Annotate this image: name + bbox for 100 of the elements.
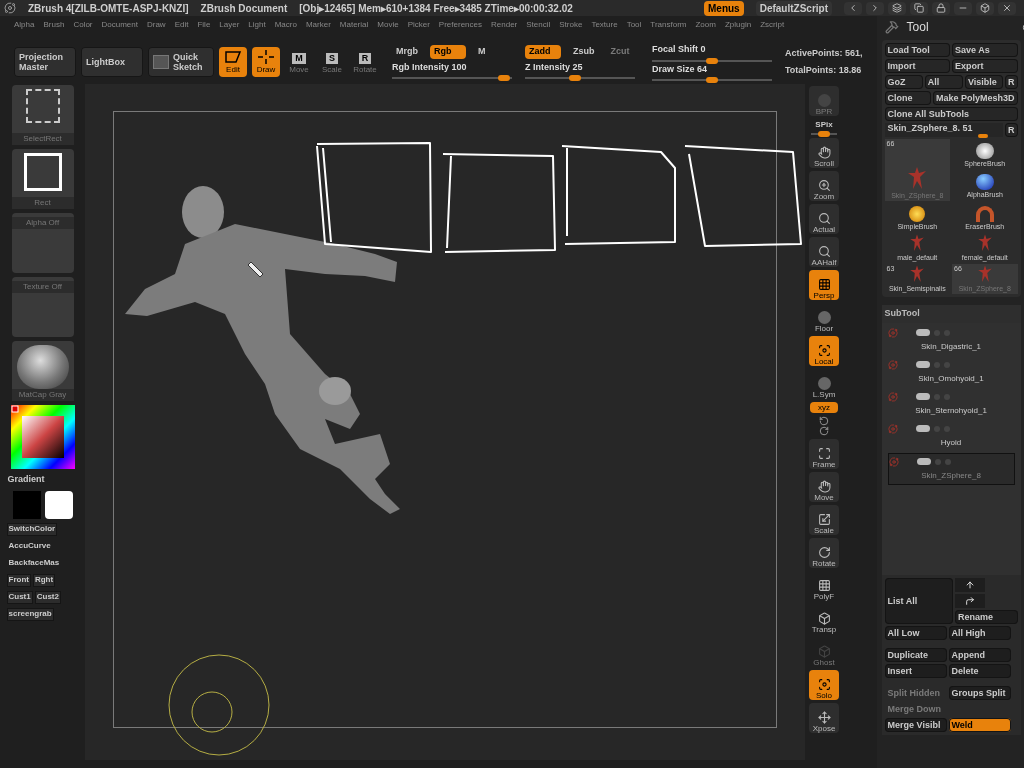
tool-button[interactable]: Load Tool [884,43,951,57]
transform-mode-button[interactable]: R Rotate [351,47,379,77]
window-control-icon[interactable] [932,1,950,15]
mode-toggle[interactable]: Zsub [569,45,599,59]
title-bar-button[interactable]: Menus [704,0,744,16]
menu-item[interactable]: Picker [407,19,430,31]
menu-item[interactable]: Brush [43,19,65,31]
shelf-button[interactable]: Projection Master [14,47,76,77]
move-right-button[interactable] [955,593,986,608]
window-control-icon[interactable] [998,1,1016,15]
menu-item[interactable]: Render [491,19,518,31]
menu-item[interactable]: Movie [377,19,399,31]
main-color-swatch[interactable] [12,490,41,519]
shelf-button[interactable]: BackfaceMas [6,556,62,570]
slider-thumb[interactable] [706,57,718,64]
tool-button[interactable]: Insert [884,663,947,678]
tool-button[interactable]: R [1005,123,1018,137]
tool-button[interactable]: Import [884,59,951,73]
tool-button[interactable]: Weld [948,717,1011,732]
subtool-row[interactable]: Hyoid [887,420,1015,453]
transform-mode-button[interactable]: M Move [285,47,313,77]
tool-button[interactable]: Append [948,647,1011,662]
menu-item[interactable]: File [197,19,211,31]
tool-button[interactable]: Merge Visibl [884,717,947,732]
subtool-row[interactable]: Skin_ZSphere_8 [887,452,1015,485]
transform-mode-button[interactable]: Edit [219,47,247,77]
menu-item[interactable]: Stencil [526,19,551,31]
menu-item[interactable]: Marker [305,19,331,31]
tool-button[interactable]: Clone All SubTools [884,107,1018,121]
title-bar-button[interactable]: DefaultZScript [755,0,832,16]
window-control-icon[interactable] [844,1,862,15]
view-button[interactable]: Scale [809,505,839,535]
transform-mode-button[interactable]: Draw [252,47,280,77]
visibility-toggle[interactable] [915,425,930,432]
menu-item[interactable]: Draw [146,19,166,31]
tool-slider[interactable]: Skin_ZSphere_8. 51 [884,123,1004,137]
view-button[interactable]: Xpose [809,703,839,733]
subtool-row[interactable]: Skin_Omohyoid_1 [887,356,1015,389]
subtool-row[interactable]: Skin_Digastric_1 [887,324,1015,357]
tool-button[interactable]: Export [952,59,1018,73]
visibility-toggle[interactable] [915,329,930,336]
slider-track[interactable] [652,59,772,62]
view-button[interactable]: Scroll [809,138,839,168]
view-button[interactable]: AAHalf [809,237,839,267]
mode-toggle[interactable]: Mrgb [392,45,422,59]
visibility-toggle[interactable] [915,393,930,400]
view-button[interactable]: Persp [809,270,839,300]
tool-button[interactable]: All [924,75,963,89]
secondary-color-swatch[interactable] [44,490,73,519]
subtool-row[interactable]: Skin_Sternohyoid_1 [887,388,1015,421]
menu-item[interactable]: Color [73,19,93,31]
shelf-button[interactable]: AccuCurve [6,539,53,553]
menu-item[interactable]: Macro [274,19,297,31]
shelf-button[interactable]: Cust1 [6,590,33,604]
menu-item[interactable]: Document [101,19,138,31]
view-button[interactable]: L.Sym [809,369,839,399]
menu-item[interactable]: Tool [626,19,642,31]
view-button[interactable]: Rotate [809,538,839,568]
menu-item[interactable]: Layer [219,19,240,31]
tool-button[interactable]: Clone [884,91,931,105]
window-control-icon[interactable] [888,1,906,15]
tool-button[interactable]: Visible [964,75,1004,89]
tool-button[interactable]: Make PolyMesh3D [933,91,1018,105]
slider-thumb[interactable] [497,75,510,81]
view-button[interactable]: Actual [809,204,839,234]
window-control-icon[interactable] [954,1,972,15]
menu-item[interactable]: Alpha [14,19,35,31]
menu-item[interactable]: Edit [174,19,189,31]
symmetry-toggle[interactable]: xyz [810,402,838,413]
shelf-button[interactable]: Cust2 [34,590,61,604]
view-button[interactable]: Transp [809,604,839,634]
menu-item[interactable]: Zplugin [724,19,752,31]
shelf-button[interactable]: Quick Sketch [148,47,214,77]
tool-button[interactable]: Save As [952,43,1018,57]
view-button[interactable]: Frame [809,439,839,469]
rotate-icon[interactable] [819,416,829,426]
view-button[interactable]: Local [809,336,839,366]
menu-item[interactable]: Zoom [695,19,716,31]
view-button[interactable]: PolyF [809,571,839,601]
tool-button[interactable]: Delete [948,663,1011,678]
tool-button[interactable]: All Low [884,625,947,640]
subtool-header[interactable]: SubTool [881,305,1021,323]
menu-item[interactable]: Zscript [760,19,785,31]
mode-toggle[interactable]: Zadd [525,45,561,59]
visibility-toggle[interactable] [916,458,931,465]
visibility-toggle[interactable] [915,361,930,368]
view-button[interactable]: Floor [809,303,839,333]
menu-item[interactable]: Texture [591,19,618,31]
shelf-button[interactable]: Front [6,573,31,587]
tool-button[interactable]: Groups Split [948,685,1011,700]
menu-item[interactable]: Transform [650,19,687,31]
menu-item[interactable]: Light [248,19,266,31]
color-picker-drawing[interactable] [10,405,75,469]
menu-item[interactable]: Preferences [438,19,482,31]
menu-item[interactable]: Stroke [559,19,583,31]
mode-toggle[interactable]: M [474,45,490,59]
move-up-button[interactable] [955,577,986,592]
slider-thumb[interactable] [818,131,830,137]
mode-toggle[interactable]: Rgb [430,45,466,59]
view-button[interactable]: Zoom [809,171,839,201]
